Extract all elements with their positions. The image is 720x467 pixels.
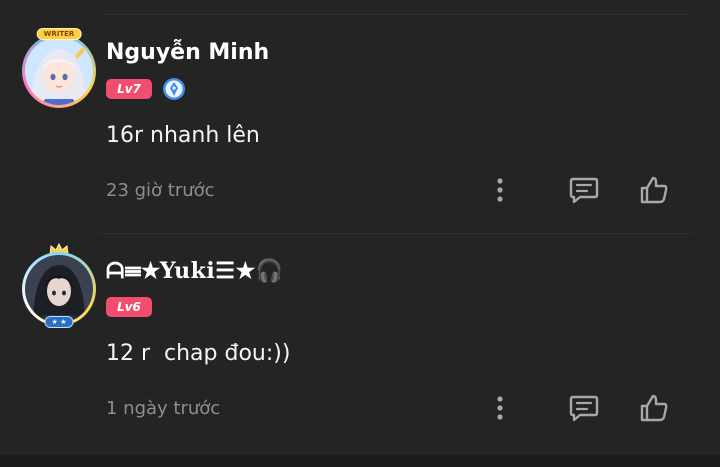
divider xyxy=(100,233,692,234)
anime-girl-avatar-icon xyxy=(25,37,93,105)
author-name[interactable]: ᗩ☰★Yuki☰★🎧 xyxy=(106,258,284,284)
reply-button[interactable] xyxy=(566,390,602,426)
like-button[interactable] xyxy=(636,390,672,426)
user-badges: Lv6 xyxy=(106,296,152,318)
more-vertical-icon xyxy=(497,178,503,202)
comment-time: 1 ngày trước xyxy=(106,398,221,419)
comment-text: 12 r chap đou:)) xyxy=(106,341,291,366)
verified-writer-icon xyxy=(162,77,186,101)
reply-button[interactable] xyxy=(566,172,602,208)
divider xyxy=(100,14,692,15)
avatar[interactable]: ★ ★ xyxy=(22,242,96,328)
avatar-frame xyxy=(22,34,96,108)
avatar-frame xyxy=(22,252,96,326)
reply-icon xyxy=(569,177,599,204)
frame-tag: WRITER xyxy=(36,28,82,40)
thumbs-up-icon xyxy=(640,394,668,422)
like-button[interactable] xyxy=(636,172,672,208)
level-badge: Lv7 xyxy=(106,79,152,99)
more-vertical-icon xyxy=(497,396,503,420)
comment-list: WRITER Nguyễn Minh Lv7 16r nhanh lên 23 … xyxy=(0,0,720,467)
thumbs-up-icon xyxy=(640,176,668,204)
more-options-button[interactable] xyxy=(482,172,518,208)
avatar[interactable]: WRITER xyxy=(22,28,96,108)
more-options-button[interactable] xyxy=(482,390,518,426)
frame-tag: ★ ★ xyxy=(44,316,74,328)
user-badges: Lv7 xyxy=(106,78,186,100)
comment-text: 16r nhanh lên xyxy=(106,123,260,148)
level-badge: Lv6 xyxy=(106,297,152,317)
reply-icon xyxy=(569,395,599,422)
bottom-edge xyxy=(0,455,720,467)
dark-hair-avatar-icon xyxy=(25,255,93,323)
author-name[interactable]: Nguyễn Minh xyxy=(106,40,269,65)
comment-time: 23 giờ trước xyxy=(106,180,215,201)
